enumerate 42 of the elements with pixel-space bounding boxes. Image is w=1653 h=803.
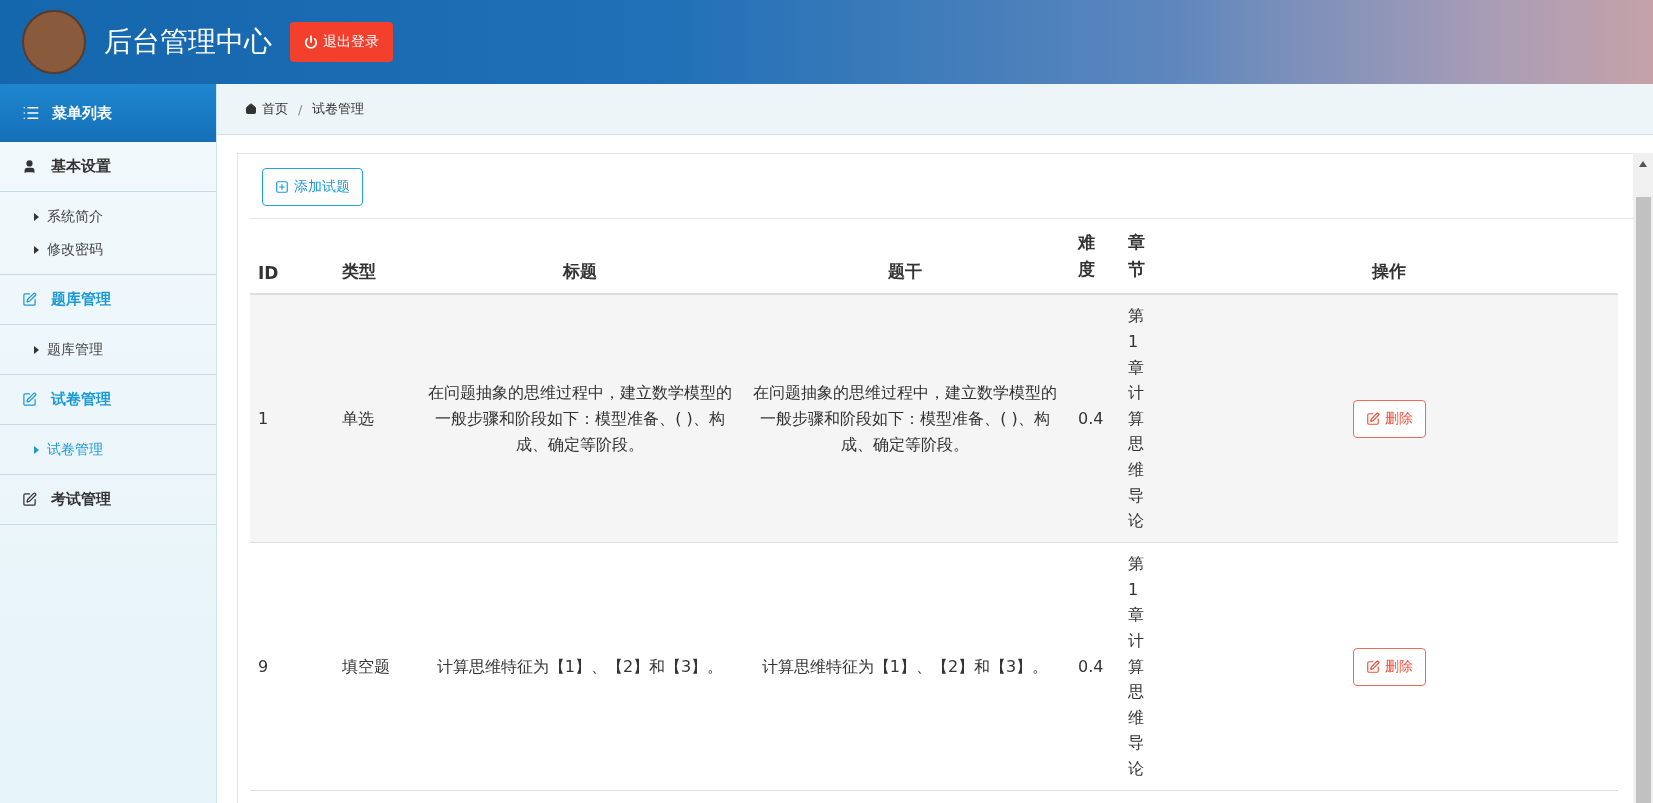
table-cell: 单选 xyxy=(334,294,420,543)
edit-icon xyxy=(22,392,37,407)
edit-icon xyxy=(22,292,37,307)
menu-group[interactable]: 基本设置 xyxy=(0,142,216,192)
app-title: 后台管理中心 xyxy=(104,24,272,60)
table-cell: 填空题 xyxy=(334,542,420,791)
delete-button[interactable]: 删除 xyxy=(1352,399,1426,438)
home-icon xyxy=(245,103,257,115)
menu-item[interactable]: 修改密码 xyxy=(0,233,216,266)
delete-button[interactable]: 删除 xyxy=(1352,647,1426,686)
breadcrumb-separator: / xyxy=(298,101,303,117)
caret-icon xyxy=(34,445,39,454)
caret-icon xyxy=(34,245,39,254)
caret-icon xyxy=(34,212,39,221)
menu-icon xyxy=(22,104,40,122)
plus-icon xyxy=(275,180,289,194)
table-cell: 第1章计算思维导论 xyxy=(1120,542,1160,791)
table-cell: 1 xyxy=(250,294,334,543)
sidebar-title: 菜单列表 xyxy=(0,84,216,142)
table-cell: 9 xyxy=(250,542,334,791)
breadcrumb-link[interactable]: 首页 xyxy=(245,100,288,118)
edit-icon xyxy=(1365,411,1380,426)
scroll-up-icon[interactable] xyxy=(1639,161,1647,167)
user-icon xyxy=(22,159,37,174)
avatar xyxy=(22,10,86,74)
edit-icon xyxy=(1365,659,1380,674)
power-icon xyxy=(304,35,318,49)
caret-icon xyxy=(34,345,39,354)
table-cell: 在问题抽象的思维过程中，建立数学模型的一般步骤和阶段如下：模型准备、( )、构成、确定等阶段。 xyxy=(420,294,740,543)
table-cell: 计算思维特征为【1】、【2】和【3】。 xyxy=(420,542,740,791)
logout-button[interactable]: 退出登录 xyxy=(290,22,393,62)
menu-item[interactable]: 题库管理 xyxy=(0,333,216,366)
scrollbar[interactable] xyxy=(1633,153,1653,803)
menu-item[interactable]: 系统简介 xyxy=(0,200,216,233)
table-cell: 第1章计算思维导论 xyxy=(1120,294,1160,543)
table-cell: 在问题抽象的思维过程中，建立数学模型的一般步骤和阶段如下：模型准备、( )、构成、确定等阶段。 xyxy=(740,294,1070,543)
menu-group[interactable]: 考试管理 xyxy=(0,475,216,525)
edit-icon xyxy=(22,492,37,507)
table-cell: 0.4 xyxy=(1070,294,1120,543)
breadcrumb-link[interactable]: 试卷管理 xyxy=(312,100,365,118)
table-cell: 计算思维特征为【1】、【2】和【3】。 xyxy=(740,542,1070,791)
table-cell: 0.4 xyxy=(1070,542,1120,791)
